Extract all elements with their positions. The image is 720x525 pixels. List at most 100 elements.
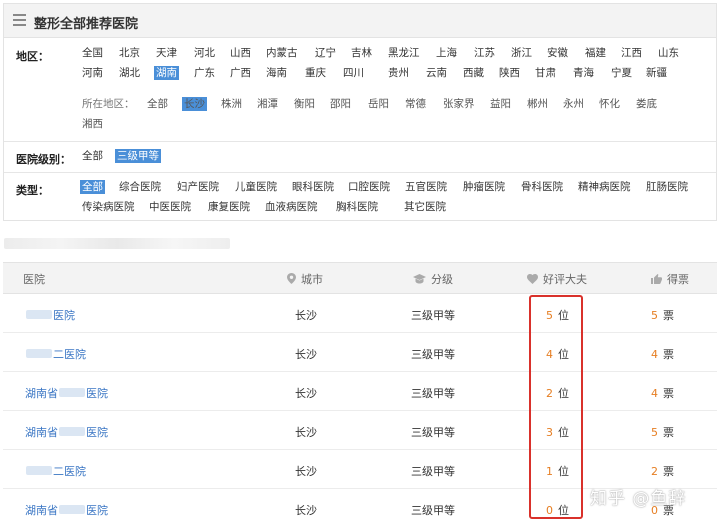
city-option[interactable]: 郴州 (525, 97, 550, 111)
city-option[interactable]: 永州 (561, 97, 586, 111)
type-option[interactable]: 肛肠医院 (644, 180, 690, 194)
city-option[interactable]: 全部 (145, 97, 170, 111)
province-option[interactable]: 新疆 (644, 66, 669, 80)
table-header: 医院 城市 分级 好评大夫 得票 (3, 263, 717, 294)
hospital-name-link[interactable]: 湖南省 医院 (25, 424, 108, 440)
province-option[interactable]: 甘肃 (533, 66, 558, 80)
column-header: 好评大夫 (527, 271, 587, 287)
type-option[interactable]: 儿童医院 (233, 180, 279, 194)
province-option[interactable]: 安徽 (545, 46, 570, 60)
city-cell: 长沙 (295, 504, 317, 517)
city-option[interactable]: 邵阳 (328, 97, 353, 111)
type-option[interactable]: 胸科医院 (334, 200, 380, 214)
province-option[interactable]: 湖北 (117, 66, 142, 80)
province-option[interactable]: 陕西 (497, 66, 522, 80)
hospital-name-link[interactable]: 二医院 (25, 463, 86, 479)
province-option[interactable]: 黑龙江 (386, 46, 422, 60)
province-option[interactable]: 北京 (117, 46, 142, 60)
doctor-count-cell: 1位 (546, 463, 569, 479)
province-option[interactable]: 吉林 (349, 46, 374, 60)
type-option[interactable]: 综合医院 (117, 180, 163, 194)
province-option[interactable]: 山西 (228, 46, 253, 60)
column-header: 分级 (413, 271, 453, 287)
province-option[interactable]: 福建 (583, 46, 608, 60)
province-option[interactable]: 上海 (434, 46, 459, 60)
city-cell: 长沙 (295, 465, 317, 478)
column-header-label: 好评大夫 (543, 273, 587, 286)
province-option[interactable]: 广西 (228, 66, 253, 80)
type-option[interactable]: 康复医院 (206, 200, 252, 214)
province-option[interactable]: 辽宁 (313, 46, 338, 60)
doctor-count-cell-value: 3 (546, 426, 553, 439)
level-cell: 三级甲等 (411, 465, 455, 478)
city-option[interactable]: 长沙 (182, 97, 207, 111)
heart-icon (527, 274, 538, 287)
province-option[interactable]: 山东 (656, 46, 681, 60)
vote-count-cell-unit: 票 (663, 309, 674, 322)
province-option[interactable]: 河北 (192, 46, 217, 60)
city-option[interactable]: 株洲 (219, 97, 244, 111)
city-cell: 长沙 (295, 348, 317, 361)
province-option[interactable]: 青海 (571, 66, 596, 80)
vote-count-cell-value: 4 (651, 348, 658, 361)
hospital-name-link[interactable]: 湖南省 医院 (25, 502, 108, 518)
city-option[interactable]: 张家界 (441, 97, 477, 111)
city-option[interactable]: 常德 (403, 97, 428, 111)
hospital-name-suffix: 医院 (86, 504, 108, 517)
type-option[interactable]: 传染病医院 (80, 200, 137, 214)
province-option[interactable]: 贵州 (386, 66, 411, 80)
type-option[interactable]: 肿瘤医院 (461, 180, 507, 194)
city-option[interactable]: 怀化 (597, 97, 622, 111)
doctor-count-cell-value: 5 (546, 309, 553, 322)
column-header: 得票 (651, 271, 689, 287)
province-option[interactable]: 全国 (80, 46, 105, 60)
vote-count-cell-unit: 票 (663, 348, 674, 361)
province-option[interactable]: 四川 (341, 66, 366, 80)
city-option[interactable]: 湘潭 (255, 97, 280, 111)
type-option[interactable]: 血液病医院 (263, 200, 320, 214)
province-option[interactable]: 西藏 (461, 66, 486, 80)
column-header-label: 医院 (23, 273, 45, 286)
province-option[interactable]: 湖南 (154, 66, 179, 80)
divider (4, 172, 716, 173)
level-option[interactable]: 全部 (80, 149, 105, 163)
level-cell: 三级甲等 (411, 387, 455, 400)
vote-count-cell-value: 5 (651, 309, 658, 322)
hospital-name-link[interactable]: 医院 (25, 307, 75, 323)
province-option[interactable]: 重庆 (303, 66, 328, 80)
hospital-name-link[interactable]: 湖南省 医院 (25, 385, 108, 401)
type-option[interactable]: 其它医院 (402, 200, 448, 214)
province-option[interactable]: 河南 (80, 66, 105, 80)
city-option[interactable]: 岳阳 (366, 97, 391, 111)
type-option[interactable]: 眼科医院 (290, 180, 336, 194)
province-option[interactable]: 海南 (264, 66, 289, 80)
hospital-name-link[interactable]: 二医院 (25, 346, 86, 362)
type-option[interactable]: 精神病医院 (576, 180, 633, 194)
city-option[interactable]: 衡阳 (292, 97, 317, 111)
type-option[interactable]: 五官医院 (403, 180, 449, 194)
type-option[interactable]: 中医医院 (147, 200, 193, 214)
city-option[interactable]: 湘西 (80, 117, 105, 131)
type-option[interactable]: 骨科医院 (519, 180, 565, 194)
vote-count-cell-unit: 票 (663, 426, 674, 439)
province-option[interactable]: 江苏 (472, 46, 497, 60)
province-option[interactable]: 云南 (424, 66, 449, 80)
province-option[interactable]: 内蒙古 (264, 46, 300, 60)
city-option[interactable]: 益阳 (488, 97, 513, 111)
province-option[interactable]: 江西 (619, 46, 644, 60)
type-option[interactable]: 全部 (80, 180, 105, 194)
level-option[interactable]: 三级甲等 (115, 149, 161, 163)
column-header: 医院 (23, 271, 45, 287)
hospital-name-prefix: 湖南省 (25, 426, 58, 439)
province-option[interactable]: 浙江 (509, 46, 534, 60)
city-cell: 长沙 (295, 387, 317, 400)
province-option[interactable]: 宁夏 (609, 66, 634, 80)
province-option[interactable]: 天津 (154, 46, 179, 60)
city-option[interactable]: 娄底 (634, 97, 659, 111)
doctor-count-cell-value: 1 (546, 465, 553, 478)
type-option[interactable]: 口腔医院 (346, 180, 392, 194)
type-option[interactable]: 妇产医院 (175, 180, 221, 194)
hospital-name-suffix: 医院 (86, 426, 108, 439)
column-header-label: 分级 (431, 273, 453, 286)
province-option[interactable]: 广东 (192, 66, 217, 80)
